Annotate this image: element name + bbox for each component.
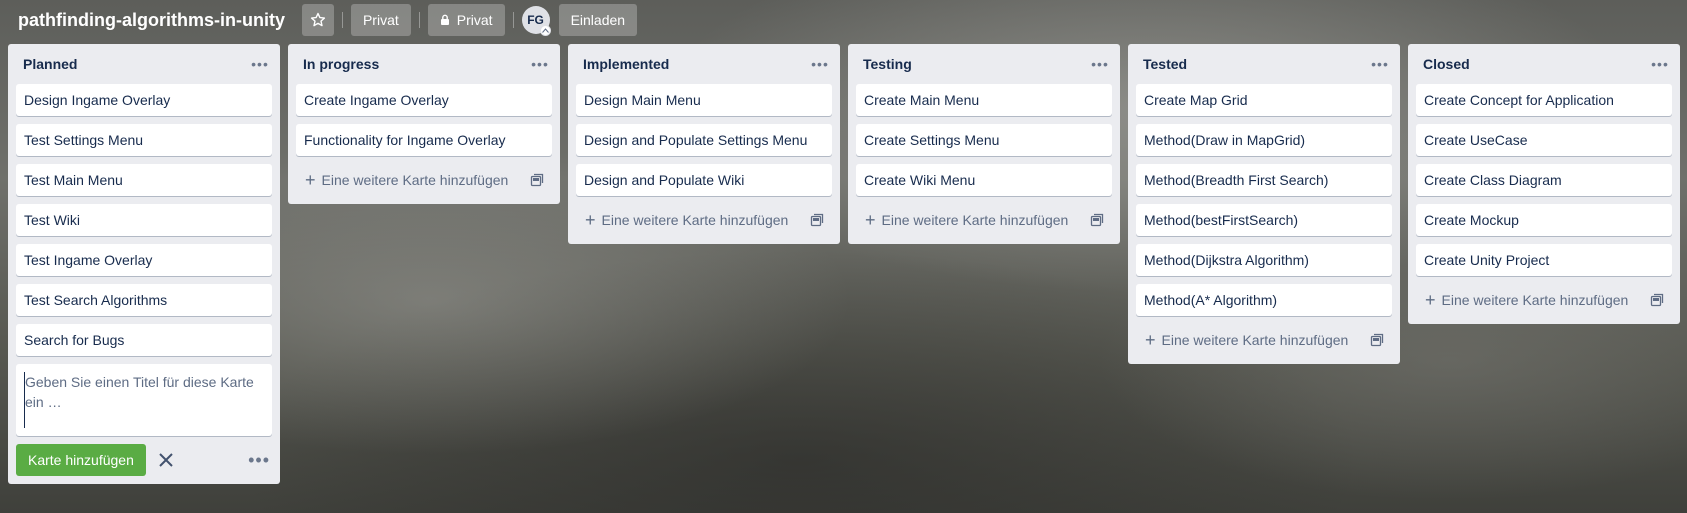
card-composer	[16, 364, 272, 436]
card[interactable]: Create Mockup	[1416, 204, 1672, 236]
plus-icon: +	[1145, 330, 1156, 350]
add-card-label: Eine weitere Karte hinzufügen	[601, 212, 789, 228]
visibility-button[interactable]: Privat	[350, 4, 411, 36]
list-header[interactable]: Closed •••	[1408, 44, 1680, 84]
privacy-button[interactable]: Privat	[427, 4, 505, 36]
list-menu-icon[interactable]: •••	[808, 52, 832, 76]
board-header: pathfinding-algorithms-in-unity Privat P…	[0, 0, 1687, 40]
card[interactable]: Create Main Menu	[856, 84, 1112, 116]
card[interactable]: Test Ingame Overlay	[16, 244, 272, 276]
member-avatar[interactable]: FG	[521, 6, 551, 36]
invite-label: Einladen	[570, 12, 626, 28]
card-list: Create Ingame Overlay Functionality for …	[288, 84, 560, 156]
close-icon[interactable]	[158, 452, 174, 468]
card[interactable]: Search for Bugs	[16, 324, 272, 356]
card[interactable]: Create Settings Menu	[856, 124, 1112, 156]
list-menu-icon[interactable]: •••	[528, 52, 552, 76]
card[interactable]: Design Main Menu	[576, 84, 832, 116]
card-template-icon[interactable]	[1650, 293, 1664, 307]
card[interactable]: Test Main Menu	[16, 164, 272, 196]
list-tested: Tested ••• Create Map Grid Method(Draw i…	[1128, 44, 1400, 364]
list-testing: Testing ••• Create Main Menu Create Sett…	[848, 44, 1120, 244]
star-button[interactable]	[301, 4, 334, 36]
board-title[interactable]: pathfinding-algorithms-in-unity	[18, 10, 285, 31]
card-template-icon[interactable]	[810, 213, 824, 227]
card[interactable]: Create Concept for Application	[1416, 84, 1672, 116]
header-divider	[418, 12, 420, 28]
card-template-icon[interactable]	[530, 173, 544, 187]
list-title[interactable]: Tested	[1143, 56, 1368, 72]
add-card-label: Eine weitere Karte hinzufügen	[1161, 332, 1349, 348]
list-planned: Planned ••• Design Ingame Overlay Test S…	[8, 44, 280, 484]
list-implemented: Implemented ••• Design Main Menu Design …	[568, 44, 840, 244]
card-list: Design Ingame Overlay Test Settings Menu…	[8, 84, 280, 356]
list-title[interactable]: Testing	[863, 56, 1088, 72]
composer-more-icon[interactable]: •••	[248, 450, 272, 471]
list-title[interactable]: In progress	[303, 56, 528, 72]
list-closed: Closed ••• Create Concept for Applicatio…	[1408, 44, 1680, 324]
card-title-input[interactable]	[24, 372, 264, 428]
card[interactable]: Method(A* Algorithm)	[1136, 284, 1392, 316]
list-header[interactable]: Tested •••	[1128, 44, 1400, 84]
list-menu-icon[interactable]: •••	[1648, 52, 1672, 76]
card[interactable]: Design and Populate Wiki	[576, 164, 832, 196]
composer-controls: Karte hinzufügen •••	[16, 444, 272, 476]
admin-badge-icon	[539, 25, 551, 36]
add-card-label: Eine weitere Karte hinzufügen	[881, 212, 1069, 228]
lock-icon	[440, 14, 449, 25]
privacy-label: Privat	[456, 12, 493, 28]
add-card-button[interactable]: + Eine weitere Karte hinzufügen	[1136, 324, 1392, 356]
card[interactable]: Create Wiki Menu	[856, 164, 1112, 196]
add-card-button[interactable]: + Eine weitere Karte hinzufügen	[296, 164, 552, 196]
card[interactable]: Test Settings Menu	[16, 124, 272, 156]
add-card-label: Eine weitere Karte hinzufügen	[321, 172, 509, 188]
add-card-label: Eine weitere Karte hinzufügen	[1441, 292, 1629, 308]
visibility-label: Privat	[362, 12, 399, 28]
list-menu-icon[interactable]: •••	[1368, 52, 1392, 76]
star-icon	[310, 12, 326, 27]
card[interactable]: Method(Breadth First Search)	[1136, 164, 1392, 196]
card[interactable]: Create Ingame Overlay	[296, 84, 552, 116]
card-template-icon[interactable]	[1370, 333, 1384, 347]
card[interactable]: Method(Draw in MapGrid)	[1136, 124, 1392, 156]
card[interactable]: Design Ingame Overlay	[16, 84, 272, 116]
plus-icon: +	[865, 210, 876, 230]
card[interactable]: Method(bestFirstSearch)	[1136, 204, 1392, 236]
card-list: Create Concept for Application Create Us…	[1408, 84, 1680, 276]
card[interactable]: Create Class Diagram	[1416, 164, 1672, 196]
list-title[interactable]: Planned	[23, 56, 248, 72]
card-template-icon[interactable]	[1090, 213, 1104, 227]
list-title[interactable]: Implemented	[583, 56, 808, 72]
card[interactable]: Functionality for Ingame Overlay	[296, 124, 552, 156]
card[interactable]: Design and Populate Settings Menu	[576, 124, 832, 156]
list-header[interactable]: Planned •••	[8, 44, 280, 84]
add-card-button[interactable]: + Eine weitere Karte hinzufügen	[576, 204, 832, 236]
card[interactable]: Test Search Algorithms	[16, 284, 272, 316]
plus-icon: +	[585, 210, 596, 230]
plus-icon: +	[305, 170, 316, 190]
add-card-button[interactable]: + Eine weitere Karte hinzufügen	[1416, 284, 1672, 316]
header-divider	[512, 12, 514, 28]
list-in-progress: In progress ••• Create Ingame Overlay Fu…	[288, 44, 560, 204]
card[interactable]: Test Wiki	[16, 204, 272, 236]
card-list: Design Main Menu Design and Populate Set…	[568, 84, 840, 196]
invite-button[interactable]: Einladen	[558, 4, 638, 36]
list-header[interactable]: Implemented •••	[568, 44, 840, 84]
avatar-initials: FG	[527, 13, 544, 27]
card[interactable]: Method(Dijkstra Algorithm)	[1136, 244, 1392, 276]
add-card-button[interactable]: Karte hinzufügen	[16, 444, 146, 476]
add-card-button[interactable]: + Eine weitere Karte hinzufügen	[856, 204, 1112, 236]
card[interactable]: Create UseCase	[1416, 124, 1672, 156]
list-header[interactable]: Testing •••	[848, 44, 1120, 84]
card-list: Create Map Grid Method(Draw in MapGrid) …	[1128, 84, 1400, 316]
list-menu-icon[interactable]: •••	[1088, 52, 1112, 76]
card[interactable]: Create Unity Project	[1416, 244, 1672, 276]
card-list: Create Main Menu Create Settings Menu Cr…	[848, 84, 1120, 196]
list-title[interactable]: Closed	[1423, 56, 1648, 72]
list-header[interactable]: In progress •••	[288, 44, 560, 84]
header-divider	[341, 12, 343, 28]
card[interactable]: Create Map Grid	[1136, 84, 1392, 116]
list-menu-icon[interactable]: •••	[248, 52, 272, 76]
plus-icon: +	[1425, 290, 1436, 310]
